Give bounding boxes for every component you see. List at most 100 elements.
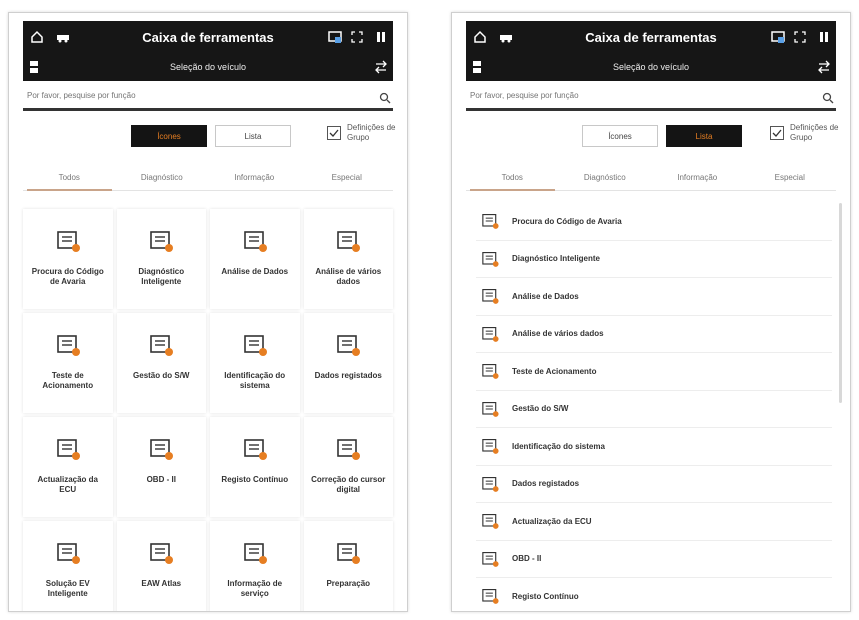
system-id-icon <box>241 331 269 359</box>
function-tile[interactable]: Informação de serviço <box>210 521 300 611</box>
list-item[interactable]: Actualização da ECU <box>476 503 832 541</box>
function-tile[interactable]: Identificação do sistema <box>210 313 300 413</box>
function-tile-label: Dados registados <box>314 371 382 380</box>
list-item[interactable]: Identificação do sistema <box>476 428 832 466</box>
title-bar: Caixa de ferramentas <box>466 21 836 55</box>
phone-screen-list-view: Caixa de ferramentas Seleção do veículo … <box>451 12 851 612</box>
list-item[interactable]: Dados registados <box>476 466 832 503</box>
search-bar <box>466 87 836 111</box>
obd-icon <box>147 435 175 463</box>
group-settings-checkbox[interactable] <box>327 125 341 140</box>
obd-icon <box>480 549 500 569</box>
function-tile-label: Registo Contínuo <box>221 475 289 484</box>
function-tile-label: OBD - II <box>146 475 176 484</box>
list-item-label: Actualização da ECU <box>512 516 592 526</box>
screen-record-icon[interactable] <box>770 29 786 45</box>
vehicle-selection-label: Seleção do veículo <box>169 62 247 72</box>
multi-data-icon <box>334 227 362 255</box>
function-tile[interactable]: Análise de Dados <box>210 209 300 309</box>
function-tile[interactable]: Correção do cursor digital <box>303 417 393 517</box>
recorded-data-icon <box>334 331 362 359</box>
vehicle-selection-bar[interactable]: Seleção do veículo <box>23 55 393 81</box>
list-item-label: Gestão do S/W <box>512 404 569 414</box>
tab-special[interactable]: Especial <box>301 165 394 190</box>
list-item[interactable]: Análise de Dados <box>476 278 832 316</box>
view-icons-button[interactable]: Ícones <box>131 125 207 147</box>
fullscreen-icon[interactable] <box>792 29 808 45</box>
fullscreen-icon[interactable] <box>349 29 365 45</box>
function-tile-label: Análise de vários dados <box>315 267 382 287</box>
tab-all[interactable]: Todos <box>466 165 559 191</box>
group-settings-label: Definições de Grupo <box>790 123 839 142</box>
tab-special[interactable]: Especial <box>744 165 837 190</box>
continuous-log-icon <box>241 435 269 463</box>
function-list: Procura do Código de Avaria Diagnóstico I… <box>476 203 832 611</box>
smart-diagnosis-icon <box>147 227 175 255</box>
category-tabs: Todos Diagnóstico Informação Especial <box>23 165 393 191</box>
function-tile[interactable]: Preparação <box>303 521 393 611</box>
list-item[interactable]: Teste de Acionamento <box>476 353 832 391</box>
function-tile-label: Correção do cursor digital <box>311 475 386 495</box>
tab-diagnosis[interactable]: Diagnóstico <box>116 165 209 190</box>
list-item[interactable]: Procura do Código de Avaria <box>476 203 832 241</box>
list-item[interactable]: Gestão do S/W <box>476 391 832 428</box>
actuation-test-icon <box>480 361 500 381</box>
view-list-button[interactable]: Lista <box>215 125 291 147</box>
ev-solution-icon <box>54 539 82 567</box>
actuation-test-icon <box>54 331 82 359</box>
function-tile[interactable]: OBD - II <box>116 417 206 517</box>
function-tile[interactable]: Análise de vários dados <box>303 209 393 309</box>
phone-screen-icons-view: Caixa de ferramentas Seleção do veículo … <box>8 12 408 612</box>
function-tile-label: Solução EV Inteligente <box>45 579 90 599</box>
switch-icon[interactable] <box>373 59 389 75</box>
continuous-log-icon <box>480 586 500 606</box>
function-tile-label: Actualização da ECU <box>37 475 98 495</box>
switch-icon[interactable] <box>816 59 832 75</box>
list-item[interactable]: OBD - II <box>476 541 832 578</box>
function-tile[interactable]: Registo Contínuo <box>210 417 300 517</box>
function-tile-label: Gestão do S/W <box>133 371 190 380</box>
tab-information[interactable]: Informação <box>651 165 744 190</box>
list-item[interactable]: Análise de vários dados <box>476 316 832 353</box>
screen-record-icon[interactable] <box>327 29 343 45</box>
function-tile-label: EAW Atlas <box>141 579 182 588</box>
category-tabs: Todos Diagnóstico Informação Especial <box>466 165 836 191</box>
function-tile-label: Informação de serviço <box>227 579 283 599</box>
tab-diagnosis[interactable]: Diagnóstico <box>559 165 652 190</box>
search-icon[interactable] <box>822 91 834 109</box>
list-item[interactable]: Diagnóstico Inteligente <box>476 241 832 278</box>
tab-information[interactable]: Informação <box>208 165 301 190</box>
search-input[interactable] <box>470 91 800 100</box>
list-scrollbar[interactable] <box>839 203 842 403</box>
function-tile[interactable]: EAW Atlas <box>116 521 206 611</box>
vehicle-selection-bar[interactable]: Seleção do veículo <box>466 55 836 81</box>
function-tile[interactable]: Dados registados <box>303 313 393 413</box>
function-tile[interactable]: Actualização da ECU <box>23 417 113 517</box>
software-icon <box>480 399 500 419</box>
list-item-label: Procura do Código de Avaria <box>512 216 622 226</box>
view-icons-button[interactable]: Ícones <box>582 125 658 147</box>
function-tile[interactable]: Solução EV Inteligente <box>23 521 113 611</box>
group-settings-checkbox[interactable] <box>770 125 784 140</box>
search-icon[interactable] <box>379 91 391 109</box>
function-tile[interactable]: Teste de Acionamento <box>23 313 113 413</box>
list-item-label: Identificação do sistema <box>512 441 605 451</box>
view-list-button[interactable]: Lista <box>666 125 742 147</box>
function-tile[interactable]: Diagnóstico Inteligente <box>116 209 206 309</box>
menu-grid-icon[interactable] <box>816 29 832 45</box>
function-tile[interactable]: Procura do Código de Avaria <box>23 209 113 309</box>
group-settings[interactable]: Definições de Grupo <box>770 123 840 142</box>
function-tile[interactable]: Gestão do S/W <box>116 313 206 413</box>
ecu-update-icon <box>54 435 82 463</box>
function-tile-label: Identificação do sistema <box>224 371 286 391</box>
search-input[interactable] <box>27 91 357 100</box>
group-settings[interactable]: Definições de Grupo <box>327 123 397 142</box>
list-item-label: Análise de Dados <box>512 291 579 301</box>
list-item[interactable]: Registo Contínuo <box>476 578 832 611</box>
software-icon <box>147 331 175 359</box>
tab-all[interactable]: Todos <box>23 165 116 191</box>
multi-data-icon <box>480 324 500 344</box>
search-bar <box>23 87 393 111</box>
function-tile-label: Preparação <box>326 579 371 588</box>
menu-grid-icon[interactable] <box>373 29 389 45</box>
